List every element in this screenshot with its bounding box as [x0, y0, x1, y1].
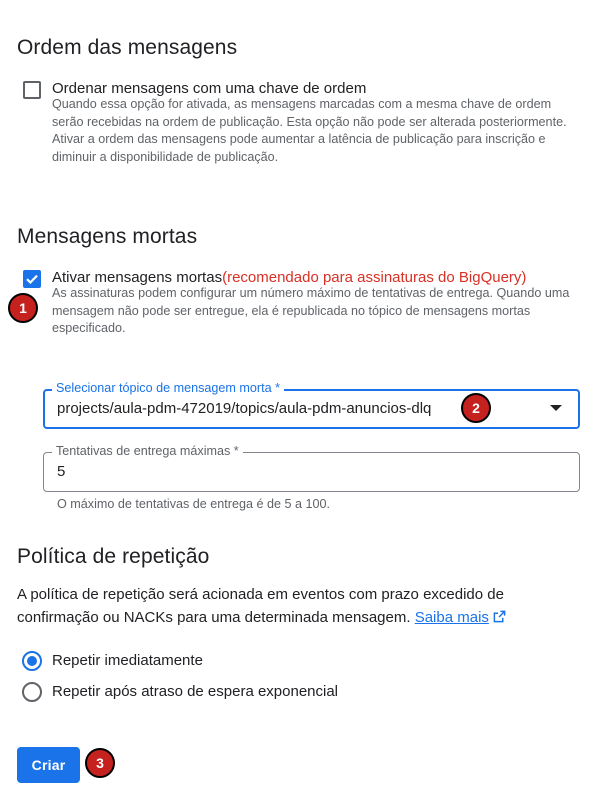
dead-letter-checkbox[interactable]: [23, 270, 41, 288]
ordering-checkbox[interactable]: [23, 81, 41, 99]
dead-letter-topic-label: Selecionar tópico de mensagem morta *: [52, 381, 285, 395]
retry-policy-heading: Política de repetição: [17, 545, 210, 568]
max-delivery-attempts-input[interactable]: [43, 452, 580, 492]
ordering-help-text: Quando essa opção for ativada, as mensag…: [52, 97, 567, 165]
retry-exponential-backoff-label[interactable]: Repetir após atraso de espera exponencia…: [52, 683, 338, 700]
max-delivery-attempts-label: Tentativas de entrega máximas *: [52, 444, 243, 458]
dead-letter-topic-value: projects/aula-pdm-472019/topics/aula-pdm…: [57, 400, 432, 417]
dead-letter-heading: Mensagens mortas: [17, 225, 198, 248]
retry-immediately-label[interactable]: Repetir imediatamente: [52, 652, 203, 669]
annotation-badge-1: 1: [8, 293, 38, 323]
ordering-checkbox-label[interactable]: Ordenar mensagens com uma chave de ordem: [52, 80, 366, 97]
open-in-new-icon[interactable]: [493, 610, 506, 623]
recommended-note: (recomendado para assinaturas do BigQuer…: [222, 269, 527, 286]
create-button[interactable]: Criar: [17, 747, 80, 783]
annotation-badge-3: 3: [85, 748, 115, 778]
retry-policy-description: A política de repetição será acionada em…: [17, 583, 547, 629]
max-delivery-attempts-hint: O máximo de tentativas de entrega é de 5…: [57, 497, 331, 511]
dead-letter-help-text: As assinaturas podem configurar um númer…: [52, 286, 570, 336]
dead-letter-label-text: Ativar mensagens mortas: [52, 269, 223, 286]
learn-more-link[interactable]: Saiba mais: [415, 609, 489, 626]
radio-selected-dot: [27, 656, 37, 666]
max-delivery-attempts-value: 5: [57, 463, 66, 480]
checkmark-icon: [26, 274, 38, 285]
annotation-badge-2: 2: [461, 393, 491, 423]
retry-exponential-backoff-radio[interactable]: [22, 682, 42, 702]
dead-letter-checkbox-label[interactable]: Ativar mensagens mortas(recomendado para…: [52, 269, 526, 286]
retry-immediately-radio[interactable]: [22, 651, 42, 671]
dropdown-arrow-icon[interactable]: [549, 404, 563, 412]
ordering-heading: Ordem das mensagens: [17, 36, 238, 59]
